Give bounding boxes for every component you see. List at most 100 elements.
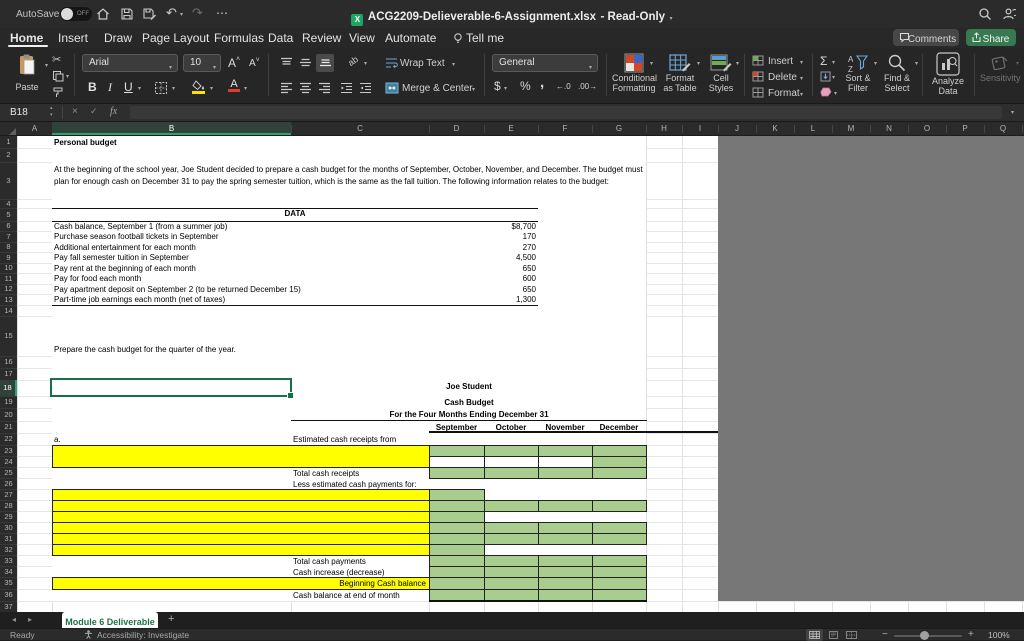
format-painter-icon[interactable]: [52, 86, 64, 98]
row-header-20[interactable]: 20: [0, 408, 17, 421]
zoom-level[interactable]: 100%: [988, 630, 1010, 640]
align-middle-icon[interactable]: [299, 57, 312, 69]
row-header-25[interactable]: 25: [0, 467, 17, 478]
bold-button[interactable]: B: [88, 80, 97, 94]
selected-cell-B18[interactable]: [50, 378, 292, 397]
row-header-9[interactable]: 9: [0, 252, 17, 263]
comments-button[interactable]: Comments: [893, 29, 959, 46]
account-icon[interactable]: [1002, 7, 1016, 21]
row-header-24[interactable]: 24: [0, 456, 17, 467]
merge-center-label[interactable]: Merge & Center: [402, 84, 473, 94]
document-title[interactable]: X ACG2209-Delieverable-6-Assignment.xlsx…: [0, 7, 1024, 26]
row-header-21[interactable]: 21: [0, 421, 17, 433]
selection-fill-handle[interactable]: [287, 392, 294, 399]
tellme-label[interactable]: Tell me: [466, 31, 504, 45]
align-center-icon[interactable]: [299, 82, 312, 94]
column-header-J[interactable]: J: [718, 122, 756, 135]
row-header-18[interactable]: 18: [0, 380, 17, 396]
decrease-font-icon[interactable]: A˅: [249, 57, 260, 69]
column-header-D[interactable]: D: [429, 122, 484, 135]
increase-font-icon[interactable]: A˄: [228, 56, 240, 70]
fill-color-chevron-icon[interactable]: ▾: [210, 85, 213, 92]
prev-sheet-icon[interactable]: ◂: [12, 615, 16, 624]
format-as-table-button[interactable]: Formatas Table: [660, 52, 700, 100]
italic-button[interactable]: I: [108, 80, 112, 95]
add-sheet-button[interactable]: +: [168, 613, 174, 625]
borders-chevron-icon[interactable]: ▾: [172, 85, 175, 92]
tab-view[interactable]: View: [349, 31, 375, 45]
paste-button[interactable]: Paste: [10, 52, 44, 100]
column-header-P[interactable]: P: [946, 122, 984, 135]
font-size-combo[interactable]: 10 ▾: [183, 54, 221, 72]
clear-icon[interactable]: [820, 87, 832, 97]
merge-center-chevron-icon[interactable]: ▾: [472, 86, 475, 93]
column-header-E[interactable]: E: [484, 122, 538, 135]
underline-button[interactable]: U: [124, 80, 133, 94]
find-select-button[interactable]: Find &Select: [880, 52, 914, 100]
cell-G25-entry[interactable]: [592, 467, 647, 479]
page-break-view-icon[interactable]: [846, 631, 857, 639]
decrease-decimal-icon[interactable]: .00→: [578, 82, 597, 91]
column-header-M[interactable]: M: [832, 122, 870, 135]
column-header-N[interactable]: N: [870, 122, 908, 135]
row-header-3[interactable]: 3: [0, 162, 17, 199]
insert-function-icon[interactable]: fx: [110, 106, 117, 117]
format-as-table-chevron-icon[interactable]: ▾: [697, 60, 700, 67]
cell-E28-entry[interactable]: [484, 500, 539, 512]
accessibility-status[interactable]: Accessibility: Investigate: [97, 630, 189, 640]
row-header-6[interactable]: 6: [0, 221, 17, 231]
align-top-icon[interactable]: [280, 57, 293, 69]
underline-chevron-icon[interactable]: ▾: [138, 85, 141, 92]
zoom-in-button[interactable]: +: [968, 629, 974, 640]
sort-filter-button[interactable]: AZ Sort &Filter: [842, 52, 874, 100]
tab-data[interactable]: Data: [268, 31, 293, 45]
format-cells-label[interactable]: Format: [768, 89, 800, 99]
row-header-16[interactable]: 16: [0, 356, 17, 368]
font-name-combo[interactable]: Arial ▾: [82, 54, 178, 72]
cell-G28-entry[interactable]: [592, 500, 647, 512]
find-select-chevron-icon[interactable]: ▾: [915, 60, 918, 67]
column-header-C[interactable]: C: [291, 122, 429, 135]
row-header-30[interactable]: 30: [0, 522, 17, 533]
search-icon[interactable]: [978, 7, 992, 21]
orientation-icon[interactable]: ab: [346, 54, 360, 68]
formula-input[interactable]: [130, 106, 1002, 119]
cell-G31-entry[interactable]: [592, 533, 647, 545]
row-header-14[interactable]: 14: [0, 305, 17, 316]
paste-chevron-icon[interactable]: ▾: [45, 62, 48, 69]
input-area-row-32[interactable]: [52, 544, 430, 556]
cut-icon[interactable]: ✂: [52, 53, 61, 66]
cancel-icon[interactable]: ×: [72, 106, 78, 117]
cell-E31-entry[interactable]: [484, 533, 539, 545]
row-header-33[interactable]: 33: [0, 555, 17, 566]
row-header-19[interactable]: 19: [0, 396, 17, 408]
align-left-icon[interactable]: [280, 82, 293, 94]
delete-cells-label[interactable]: Delete: [768, 73, 797, 83]
fill-down-chevron-icon[interactable]: ▾: [832, 74, 835, 81]
align-bottom-icon[interactable]: [316, 54, 334, 72]
name-box[interactable]: B18: [10, 107, 28, 118]
cell-F31-entry[interactable]: [538, 533, 593, 545]
cell-styles-button[interactable]: CellStyles: [702, 52, 740, 100]
cell-E25-entry[interactable]: [484, 467, 539, 479]
row-header-29[interactable]: 29: [0, 511, 17, 522]
wrap-text-label[interactable]: Wrap Text: [400, 59, 445, 69]
orientation-chevron-icon[interactable]: ▾: [364, 60, 367, 67]
row-header-12[interactable]: 12: [0, 284, 17, 294]
comma-button[interactable]: ,: [540, 74, 544, 91]
row-header-7[interactable]: 7: [0, 231, 17, 242]
row-header-11[interactable]: 11: [0, 273, 17, 284]
autosum-chevron-icon[interactable]: ▾: [832, 59, 835, 66]
conditional-formatting-chevron-icon[interactable]: ▾: [650, 60, 653, 67]
input-area-receipts[interactable]: [52, 445, 430, 468]
row-header-27[interactable]: 27: [0, 489, 17, 500]
copy-icon[interactable]: [52, 70, 64, 82]
analyze-data-button[interactable]: AnalyzeData: [928, 52, 968, 100]
row-header-15[interactable]: 15: [0, 316, 17, 356]
autosum-icon[interactable]: Σ: [820, 54, 827, 68]
zoom-slider-knob[interactable]: [920, 631, 929, 640]
input-area-row-35[interactable]: Beginning Cash balance: [52, 577, 430, 590]
tab-draw[interactable]: Draw: [104, 31, 132, 45]
row-header-13[interactable]: 13: [0, 294, 17, 305]
enter-icon[interactable]: ✓: [90, 106, 98, 117]
